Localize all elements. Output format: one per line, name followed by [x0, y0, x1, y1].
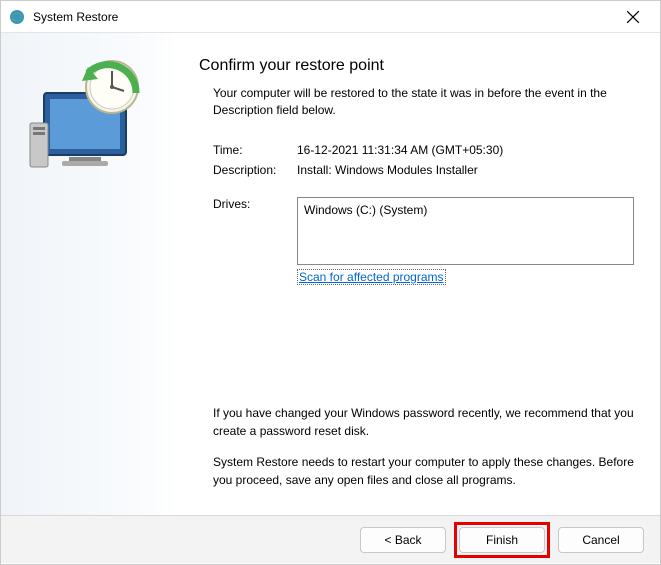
main-panel: Confirm your restore point Your computer…: [177, 33, 660, 515]
drives-label: Drives:: [213, 197, 297, 265]
sidebar: [1, 33, 177, 515]
finish-button[interactable]: Finish: [459, 527, 545, 553]
description-row: Description: Install: Windows Modules In…: [199, 163, 634, 177]
password-info: If you have changed your Windows passwor…: [199, 405, 634, 440]
time-value: 16-12-2021 11:31:34 AM (GMT+05:30): [297, 143, 634, 157]
drives-row: Drives: Windows (C:) (System): [199, 197, 634, 265]
page-subtext: Your computer will be restored to the st…: [199, 85, 634, 119]
restart-info: System Restore needs to restart your com…: [199, 454, 634, 489]
description-value: Install: Windows Modules Installer: [297, 163, 634, 177]
time-label: Time:: [213, 143, 297, 157]
content-area: Confirm your restore point Your computer…: [1, 33, 660, 515]
scan-affected-programs-link[interactable]: Scan for affected programs: [297, 269, 446, 285]
system-restore-icon: [9, 9, 25, 25]
close-icon: [626, 10, 640, 24]
titlebar: System Restore: [1, 1, 660, 33]
drives-listbox[interactable]: Windows (C:) (System): [297, 197, 634, 265]
close-button[interactable]: [610, 2, 656, 32]
back-button[interactable]: < Back: [360, 527, 446, 553]
window-title: System Restore: [33, 10, 610, 24]
drive-item[interactable]: Windows (C:) (System): [304, 203, 627, 217]
finish-highlight: Finish: [454, 522, 550, 558]
cancel-button[interactable]: Cancel: [558, 527, 644, 553]
page-heading: Confirm your restore point: [199, 57, 634, 75]
time-row: Time: 16-12-2021 11:31:34 AM (GMT+05:30): [199, 143, 634, 157]
description-label: Description:: [213, 163, 297, 177]
restore-illustration-icon: [24, 53, 154, 183]
button-bar: < Back Finish Cancel: [1, 515, 660, 563]
